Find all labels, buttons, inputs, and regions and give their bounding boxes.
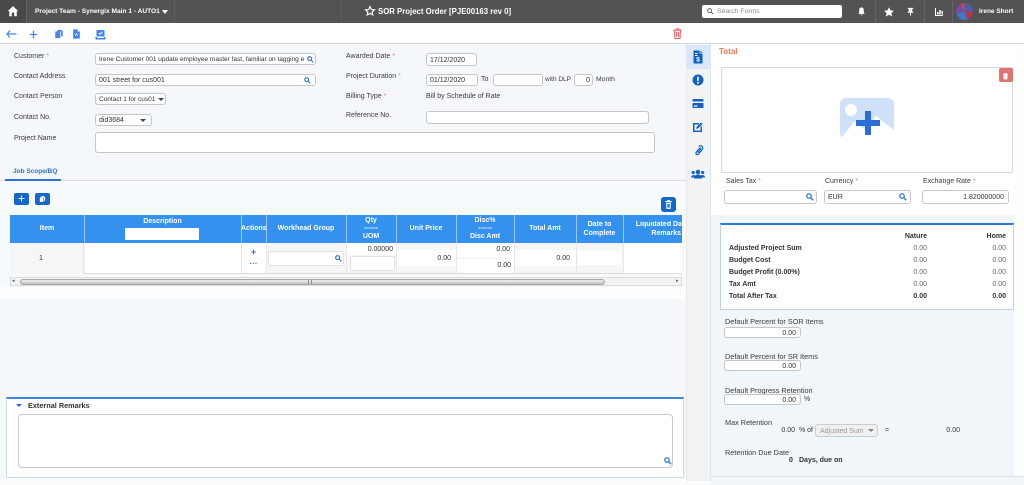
svg-text:$: $ [696,57,700,64]
svg-text:A: A [75,32,78,37]
